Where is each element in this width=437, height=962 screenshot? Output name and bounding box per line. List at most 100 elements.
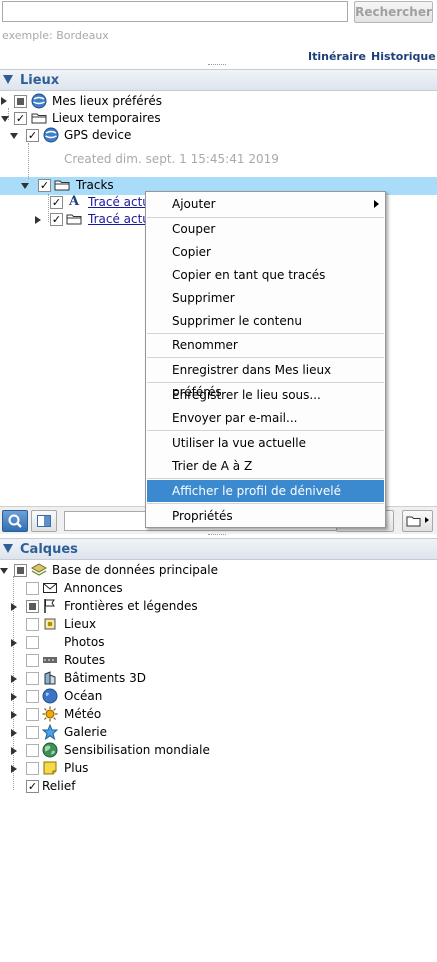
building-icon (42, 670, 58, 686)
itineraire-link[interactable]: Itinéraire (308, 50, 366, 63)
expand-arrow-icon[interactable] (11, 729, 17, 737)
toggle-view-button[interactable] (31, 510, 57, 532)
layer-item-more[interactable]: Plus (0, 760, 437, 778)
layer-item-3d-buildings[interactable]: Bâtiments 3D (0, 670, 437, 688)
expand-arrow-icon[interactable] (11, 711, 17, 719)
collapse-triangle-icon (3, 75, 13, 84)
search-hint: exemple: Bordeaux (2, 29, 109, 42)
historique-link[interactable]: Historique (371, 50, 436, 63)
envelope-icon (42, 580, 58, 596)
layer-checkbox[interactable] (26, 726, 39, 739)
tracks-checkbox[interactable]: ✓ (38, 179, 51, 192)
layer-checkbox[interactable] (26, 708, 39, 721)
layer-root[interactable]: Base de données principale (0, 562, 437, 580)
layer-item-terrain[interactable]: ✓ Relief (0, 778, 437, 796)
magnifier-icon (8, 514, 22, 528)
layer-item-annonces[interactable]: Annonces (0, 580, 437, 598)
menu-item-rename[interactable]: Renommer (147, 334, 384, 356)
temporary-checkbox[interactable]: ✓ (14, 112, 27, 125)
tree-item-label: Lieux temporaires (52, 111, 161, 125)
expand-arrow-icon[interactable] (11, 765, 17, 773)
expand-arrow-icon[interactable] (35, 216, 41, 224)
places-panel-header[interactable]: Lieux (0, 69, 437, 91)
menu-item-email[interactable]: Envoyer par e-mail... (147, 407, 384, 429)
path-icon: A (68, 194, 80, 209)
search-button[interactable]: Rechercher (354, 1, 433, 23)
resize-grip[interactable] (208, 534, 226, 536)
tree-item-trace-1[interactable]: ✓ A Tracé actu (0, 194, 150, 212)
menu-item-copy[interactable]: Copier (147, 241, 384, 263)
menu-separator (147, 478, 384, 479)
layer-item-gallery[interactable]: Galerie (0, 723, 437, 742)
layer-root-checkbox[interactable] (14, 564, 27, 577)
menu-item-save-place-as[interactable]: Enregistrer le lieu sous... (147, 384, 384, 406)
layer-item-weather[interactable]: Météo (0, 706, 437, 724)
trace-2-checkbox[interactable]: ✓ (50, 213, 63, 226)
expand-arrow-icon[interactable] (11, 603, 17, 611)
trace-1-checkbox[interactable]: ✓ (50, 196, 63, 209)
expand-arrow-icon[interactable] (11, 693, 17, 701)
expand-arrow-icon[interactable] (11, 639, 17, 647)
menu-item-delete[interactable]: Supprimer (147, 287, 384, 309)
tree-item-temporary[interactable]: ✓ Lieux temporaires (0, 110, 437, 128)
expand-arrow-icon[interactable] (11, 675, 17, 683)
menu-item-cut[interactable]: Couper (147, 218, 384, 240)
tree-item-label: GPS device (64, 128, 132, 142)
gps-checkbox[interactable]: ✓ (26, 129, 39, 142)
menu-item-add[interactable]: Ajouter (147, 193, 384, 215)
expand-arrow-icon[interactable] (11, 747, 17, 755)
split-view-icon (37, 515, 51, 527)
layer-checkbox[interactable] (26, 654, 39, 667)
star-icon (41, 723, 59, 741)
layer-item-global-awareness[interactable]: Sensibilisation mondiale (0, 742, 437, 760)
layer-checkbox[interactable] (26, 618, 39, 631)
layer-checkbox[interactable]: ✓ (26, 780, 39, 793)
expand-arrow-icon[interactable] (10, 133, 18, 139)
folder-icon (31, 110, 47, 126)
search-places-button[interactable] (2, 510, 28, 532)
menu-item-properties[interactable]: Propriétés (147, 505, 384, 527)
layer-label: Océan (64, 689, 103, 703)
context-menu: Ajouter Couper Copier Copier en tant que… (145, 191, 386, 528)
tree-item-favorites[interactable]: Mes lieux préférés (0, 93, 437, 111)
layer-checkbox[interactable] (26, 672, 39, 685)
search-area: Rechercher exemple: Bordeaux Itinéraire … (0, 0, 437, 68)
layer-checkbox[interactable] (26, 636, 39, 649)
layers-panel: Base de données principale Annonces Fron… (0, 562, 437, 962)
layer-label: Base de données principale (52, 563, 218, 577)
layer-checkbox[interactable] (26, 744, 39, 757)
layer-checkbox[interactable] (26, 762, 39, 775)
menu-item-use-current-view[interactable]: Utiliser la vue actuelle (147, 432, 384, 454)
layer-item-ocean[interactable]: Océan (0, 688, 437, 706)
layer-item-roads[interactable]: Routes (0, 652, 437, 670)
layers-panel-header[interactable]: Calques (0, 538, 437, 560)
layer-label: Routes (64, 653, 106, 667)
layer-item-borders[interactable]: Frontières et légendes (0, 598, 437, 616)
menu-item-delete-contents[interactable]: Supprimer le contenu (147, 310, 384, 332)
folder-menu-button[interactable] (402, 510, 433, 532)
resize-grip[interactable] (208, 64, 226, 66)
layer-item-places[interactable]: Lieux (0, 616, 437, 634)
expand-arrow-icon[interactable] (1, 116, 9, 122)
expand-arrow-icon[interactable] (0, 568, 8, 574)
tree-item-label: Tracks (76, 178, 114, 192)
menu-item-copy-as-tracks[interactable]: Copier en tant que tracés (147, 264, 384, 286)
layer-item-photos[interactable]: Photos (0, 634, 437, 652)
expand-arrow-icon[interactable] (21, 183, 29, 189)
menu-item-save-to-my-places[interactable]: Enregistrer dans Mes lieux préférés (147, 359, 384, 399)
tree-item-gps[interactable]: ✓ GPS device (0, 127, 437, 145)
layer-checkbox[interactable] (26, 582, 39, 595)
expand-arrow-icon[interactable] (1, 97, 7, 105)
flag-icon (42, 598, 58, 614)
favorites-checkbox[interactable] (14, 95, 27, 108)
tree-line (28, 143, 29, 179)
world-globe-icon (42, 742, 58, 758)
menu-item-elevation-profile[interactable]: Afficher le profil de dénivelé (147, 480, 384, 502)
tree-item-trace-2[interactable]: ✓ Tracé actu (0, 211, 150, 229)
menu-item-sort-a-z[interactable]: Trier de A à Z (147, 455, 384, 477)
layer-label: Sensibilisation mondiale (64, 743, 210, 757)
places-panel-title: Lieux (20, 73, 60, 88)
layer-checkbox[interactable] (26, 600, 39, 613)
search-input[interactable] (2, 1, 348, 22)
layer-checkbox[interactable] (26, 690, 39, 703)
